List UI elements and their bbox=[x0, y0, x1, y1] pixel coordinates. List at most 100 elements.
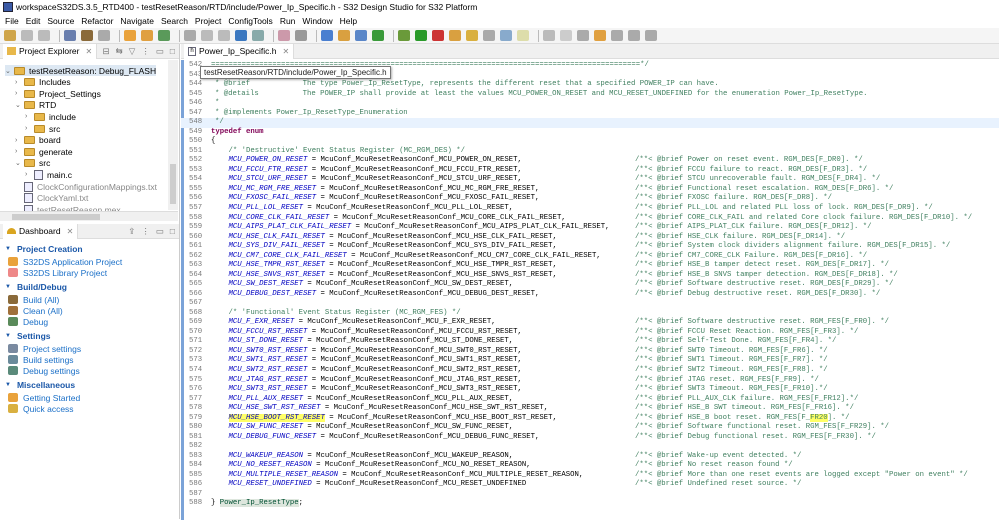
dashboard-link[interactable]: Build (All) bbox=[8, 295, 179, 305]
toolbar-button-icon[interactable] bbox=[338, 30, 350, 41]
toolbar-button-icon[interactable] bbox=[184, 30, 196, 41]
menu-help[interactable]: Help bbox=[340, 16, 357, 26]
toolbar-button-icon[interactable] bbox=[560, 30, 572, 41]
collapse-triangle-icon[interactable]: ▼ bbox=[5, 246, 11, 252]
collapse-triangle-icon[interactable]: ▼ bbox=[5, 284, 11, 290]
tree-item[interactable]: › board bbox=[15, 135, 61, 146]
section-project-creation[interactable]: ▼ Project Creation bbox=[5, 244, 179, 254]
expanded-arrow-icon[interactable]: ⌄ bbox=[15, 159, 24, 167]
menu-refactor[interactable]: Refactor bbox=[81, 16, 113, 26]
tree-item[interactable]: ⌄ RTD bbox=[15, 100, 56, 111]
dashboard-link[interactable]: Build settings bbox=[8, 355, 179, 365]
dashboard-link[interactable]: Clean (All) bbox=[8, 306, 179, 316]
toolbar-button-icon[interactable] bbox=[201, 30, 213, 41]
close-icon[interactable]: ✕ bbox=[85, 47, 92, 56]
toolbar-button-icon[interactable] bbox=[466, 30, 478, 41]
toolbar-button-icon[interactable] bbox=[235, 30, 247, 41]
tab-dashboard[interactable]: Dashboard ✕ bbox=[3, 223, 79, 239]
toolbar-button-icon[interactable] bbox=[415, 30, 427, 41]
toolbar-button-icon[interactable] bbox=[432, 30, 444, 41]
dashboard-link[interactable]: S32DS Application Project bbox=[8, 257, 179, 267]
toolbar-button-icon[interactable] bbox=[483, 30, 495, 41]
menu-source[interactable]: Source bbox=[47, 16, 74, 26]
toolbar-button-icon[interactable] bbox=[355, 30, 367, 41]
close-icon[interactable]: ✕ bbox=[67, 227, 74, 236]
collapsed-arrow-icon[interactable]: › bbox=[15, 90, 24, 97]
collapsed-arrow-icon[interactable]: › bbox=[15, 137, 24, 144]
dashboard-link[interactable]: Quick access bbox=[8, 404, 179, 414]
link-label[interactable]: Project settings bbox=[23, 344, 81, 354]
dashboard-link[interactable]: Getting Started bbox=[8, 393, 179, 403]
dashboard-link[interactable]: S32DS Library Project bbox=[8, 268, 179, 278]
toolbar-button-icon[interactable] bbox=[158, 30, 170, 41]
tree-item[interactable]: › generate bbox=[15, 146, 73, 157]
toolbar-button-icon[interactable] bbox=[124, 30, 136, 41]
dashboard-link[interactable]: Project settings bbox=[8, 344, 179, 354]
toolbar-button-icon[interactable] bbox=[543, 30, 555, 41]
toolbar-button-icon[interactable] bbox=[252, 30, 264, 41]
tree-horizontal-scrollbar[interactable] bbox=[0, 211, 178, 221]
expanded-arrow-icon[interactable]: ⌄ bbox=[5, 67, 14, 75]
toolbar-button-icon[interactable] bbox=[38, 30, 50, 41]
tree-item[interactable]: ⌄ testResetReason: Debug_FLASH bbox=[5, 65, 157, 76]
section-settings[interactable]: ▼ Settings bbox=[5, 331, 179, 341]
menu-edit[interactable]: Edit bbox=[26, 16, 41, 26]
expanded-arrow-icon[interactable]: ⌄ bbox=[15, 101, 24, 109]
toolbar-button-icon[interactable] bbox=[577, 30, 589, 41]
tab-project-explorer[interactable]: Project Explorer ✕ bbox=[3, 43, 98, 59]
collapsed-arrow-icon[interactable]: › bbox=[15, 79, 24, 86]
section-build-debug[interactable]: ▼ Build/Debug bbox=[5, 282, 179, 292]
tree-item[interactable]: › Includes bbox=[15, 77, 71, 88]
toolbar-button-icon[interactable] bbox=[321, 30, 333, 41]
dashboard-link[interactable]: Debug settings bbox=[8, 366, 179, 376]
toolbar-button-icon[interactable] bbox=[449, 30, 461, 41]
filter-icon[interactable]: ▽ bbox=[129, 46, 136, 57]
import-icon[interactable]: ⇪ bbox=[128, 226, 135, 237]
link-label[interactable]: Quick access bbox=[23, 404, 74, 414]
menu-run[interactable]: Run bbox=[280, 16, 296, 26]
link-label[interactable]: Getting Started bbox=[23, 393, 80, 403]
menu-window[interactable]: Window bbox=[302, 16, 332, 26]
link-label[interactable]: Debug settings bbox=[23, 366, 80, 376]
menu-project[interactable]: Project bbox=[195, 16, 221, 26]
tree-item[interactable]: › Project_Settings bbox=[15, 88, 101, 99]
link-label[interactable]: S32DS Library Project bbox=[23, 268, 107, 278]
collapse-triangle-icon[interactable]: ▼ bbox=[5, 382, 11, 388]
toolbar-button-icon[interactable] bbox=[517, 30, 529, 41]
collapse-all-icon[interactable]: ⊟ bbox=[103, 46, 110, 57]
tree-item[interactable]: › src bbox=[25, 123, 60, 134]
toolbar-button-icon[interactable] bbox=[278, 30, 290, 41]
menu-search[interactable]: Search bbox=[161, 16, 188, 26]
tree-item[interactable]: ⌄ src bbox=[15, 158, 50, 169]
collapsed-arrow-icon[interactable]: › bbox=[25, 125, 34, 132]
tree-item[interactable]: › include bbox=[25, 111, 76, 122]
collapsed-arrow-icon[interactable]: › bbox=[25, 113, 34, 120]
toolbar-button-icon[interactable] bbox=[64, 30, 76, 41]
toolbar-button-icon[interactable] bbox=[98, 30, 110, 41]
toolbar-button-icon[interactable] bbox=[628, 30, 640, 41]
toolbar-button-icon[interactable] bbox=[21, 30, 33, 41]
tree-item[interactable]: › main.c bbox=[25, 169, 72, 180]
code-editor[interactable]: 542 =====================================… bbox=[181, 61, 999, 509]
link-label[interactable]: Clean (All) bbox=[23, 306, 63, 316]
tree-vertical-scrollbar[interactable] bbox=[168, 60, 178, 210]
toolbar-button-icon[interactable] bbox=[398, 30, 410, 41]
toolbar-button-icon[interactable] bbox=[594, 30, 606, 41]
close-icon[interactable]: ✕ bbox=[283, 47, 290, 56]
minimize-icon[interactable]: ▭ bbox=[156, 226, 164, 237]
menu-configtools[interactable]: ConfigTools bbox=[228, 16, 272, 26]
link-label[interactable]: Build (All) bbox=[23, 295, 59, 305]
collapsed-arrow-icon[interactable]: › bbox=[25, 171, 34, 178]
tab-power-ip-specific-h[interactable]: h Power_Ip_Specific.h ✕ bbox=[184, 43, 295, 59]
toolbar-button-icon[interactable] bbox=[218, 30, 230, 41]
toolbar-button-icon[interactable] bbox=[372, 30, 384, 41]
toolbar-button-icon[interactable] bbox=[645, 30, 657, 41]
toolbar-button-icon[interactable] bbox=[295, 30, 307, 41]
menu-navigate[interactable]: Navigate bbox=[120, 16, 154, 26]
view-menu-icon[interactable]: ⋮ bbox=[141, 46, 150, 57]
tree-item[interactable]: ClockConfigurationMappings.txt bbox=[15, 181, 157, 192]
toolbar-button-icon[interactable] bbox=[141, 30, 153, 41]
toolbar-button-icon[interactable] bbox=[81, 30, 93, 41]
maximize-icon[interactable]: □ bbox=[170, 46, 175, 57]
collapsed-arrow-icon[interactable]: › bbox=[15, 148, 24, 155]
